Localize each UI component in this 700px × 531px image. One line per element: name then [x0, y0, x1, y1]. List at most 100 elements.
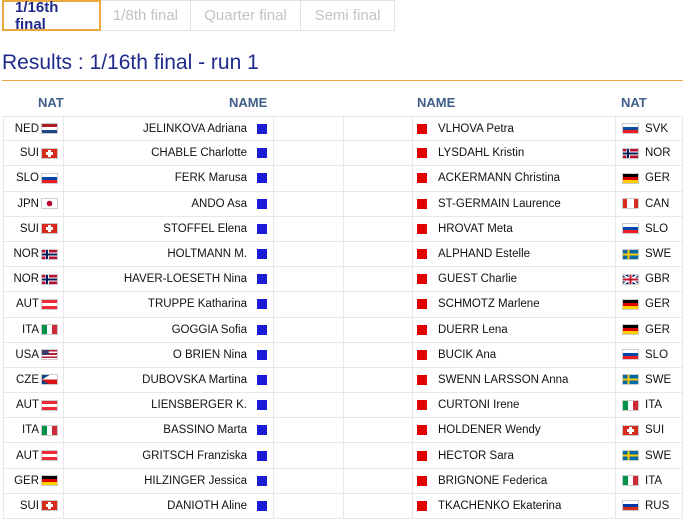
gbr-flag-icon — [622, 273, 639, 285]
blue-course-icon — [257, 173, 267, 184]
right-athlete-name[interactable]: HECTOR Sara — [438, 443, 608, 467]
left-nat: ITA — [21, 424, 39, 437]
table-row: JPN ANDO Asa ST-GERMAIN Laurence CAN — [3, 191, 683, 217]
right-athlete-name[interactable]: LYSDAHL Kristin — [438, 141, 608, 165]
right-athlete-name[interactable]: SWENN LARSSON Anna — [438, 368, 608, 392]
right-athlete-name[interactable]: DUERR Lena — [438, 318, 608, 342]
right-nat: SWE — [645, 373, 672, 386]
aut-flag-icon — [41, 399, 58, 411]
rus-flag-icon — [622, 500, 639, 512]
left-nat: NOR — [13, 273, 39, 286]
blue-course-icon — [257, 324, 267, 335]
tab-1-16th-final[interactable]: 1/16th final — [2, 0, 101, 33]
right-athlete-name[interactable]: TKACHENKO Ekaterina — [438, 494, 608, 518]
left-nat: SUI — [19, 499, 39, 512]
sui-flag-icon — [622, 424, 639, 436]
right-athlete-name[interactable]: ST-GERMAIN Laurence — [438, 192, 608, 216]
ger-flag-icon — [622, 298, 639, 310]
left-nat: NOR — [13, 248, 39, 261]
red-course-icon — [417, 249, 427, 260]
left-athlete-name[interactable]: HILZINGER Jessica — [65, 469, 247, 493]
ita-flag-icon — [622, 475, 639, 487]
right-nat: GER — [645, 323, 670, 336]
right-nat: RUS — [645, 499, 670, 512]
left-athlete-name[interactable]: BASSINO Marta — [65, 418, 247, 442]
red-course-icon — [417, 374, 427, 385]
blue-course-icon — [257, 223, 267, 234]
left-athlete-name[interactable]: TRUPPE Katharina — [65, 292, 247, 316]
blue-course-icon — [257, 123, 267, 134]
right-athlete-name[interactable]: ALPHAND Estelle — [438, 242, 608, 266]
left-athlete-name[interactable]: FERK Marusa — [65, 166, 247, 190]
left-athlete-name[interactable]: GOGGIA Sofia — [65, 318, 247, 342]
svk-flag-icon — [622, 123, 639, 135]
red-course-icon — [417, 123, 427, 134]
ita-flag-icon — [622, 399, 639, 411]
tab-semi-final[interactable]: Semi final — [301, 0, 395, 31]
table-row: SUI DANIOTH Aline TKACHENKO Ekaterina RUS — [3, 493, 683, 519]
blue-course-icon — [257, 425, 267, 436]
table-row: SUI STOFFEL Elena HROVAT Meta SLO — [3, 216, 683, 242]
sui-flag-icon — [41, 223, 58, 235]
aut-flag-icon — [41, 450, 58, 462]
right-athlete-name[interactable]: CURTONI Irene — [438, 393, 608, 417]
slo-flag-icon — [41, 172, 58, 184]
table-row: AUT LIENSBERGER K. CURTONI Irene ITA — [3, 393, 683, 419]
left-nat: AUT — [16, 298, 39, 311]
left-athlete-name[interactable]: HAVER-LOESETH Nina — [65, 267, 247, 291]
tab-quarter-final[interactable]: Quarter final — [191, 0, 301, 31]
left-athlete-name[interactable]: GRITSCH Franziska — [65, 443, 247, 467]
aut-flag-icon — [41, 298, 58, 310]
title-divider — [2, 80, 683, 81]
slo-flag-icon — [622, 223, 639, 235]
left-athlete-name[interactable]: O BRIEN Nina — [65, 343, 247, 367]
ger-flag-icon — [622, 172, 639, 184]
left-athlete-name[interactable]: HOLTMANN M. — [65, 242, 247, 266]
right-nat: GER — [645, 172, 670, 185]
right-athlete-name[interactable]: HOLDENER Wendy — [438, 418, 608, 442]
blue-course-icon — [257, 274, 267, 285]
red-course-icon — [417, 274, 427, 285]
can-flag-icon — [622, 198, 639, 210]
left-athlete-name[interactable]: DANIOTH Aline — [65, 494, 247, 518]
red-course-icon — [417, 148, 427, 159]
left-nat: CZE — [16, 373, 39, 386]
usa-flag-icon — [41, 349, 58, 361]
right-athlete-name[interactable]: BRIGNONE Federica — [438, 469, 608, 493]
red-course-icon — [417, 425, 427, 436]
right-athlete-name[interactable]: ACKERMANN Christina — [438, 166, 608, 190]
nor-flag-icon — [41, 248, 58, 260]
right-nat: ITA — [645, 474, 663, 487]
left-nat: AUT — [16, 399, 39, 412]
blue-course-icon — [257, 249, 267, 260]
header-nat-right: NAT — [621, 95, 647, 110]
slo-flag-icon — [622, 349, 639, 361]
right-athlete-name[interactable]: VLHOVA Petra — [438, 117, 608, 140]
right-athlete-name[interactable]: GUEST Charlie — [438, 267, 608, 291]
jpn-flag-icon — [41, 198, 58, 210]
swe-flag-icon — [622, 450, 639, 462]
table-row: SLO FERK Marusa ACKERMANN Christina GER — [3, 166, 683, 192]
header-name-left: NAME — [229, 95, 268, 110]
table-row: USA O BRIEN Nina BUCIK Ana SLO — [3, 342, 683, 368]
right-nat: GBR — [645, 273, 670, 286]
blue-course-icon — [257, 299, 267, 310]
right-athlete-name[interactable]: BUCIK Ana — [438, 343, 608, 367]
left-nat: ITA — [21, 323, 39, 336]
blue-course-icon — [257, 148, 267, 159]
blue-course-icon — [257, 349, 267, 360]
ger-flag-icon — [622, 324, 639, 336]
table-row: ITA BASSINO Marta HOLDENER Wendy SUI — [3, 418, 683, 444]
tab-1-8th-final[interactable]: 1/8th final — [101, 0, 191, 31]
left-nat: SLO — [15, 172, 39, 185]
right-athlete-name[interactable]: HROVAT Meta — [438, 217, 608, 241]
left-athlete-name[interactable]: LIENSBERGER K. — [65, 393, 247, 417]
left-athlete-name[interactable]: STOFFEL Elena — [65, 217, 247, 241]
left-athlete-name[interactable]: CHABLE Charlotte — [65, 141, 247, 165]
left-athlete-name[interactable]: JELINKOVA Adriana — [65, 117, 247, 140]
red-course-icon — [417, 173, 427, 184]
left-athlete-name[interactable]: ANDO Asa — [65, 192, 247, 216]
table-row: NOR HOLTMANN M. ALPHAND Estelle SWE — [3, 241, 683, 268]
left-athlete-name[interactable]: DUBOVSKA Martina — [65, 368, 247, 392]
right-athlete-name[interactable]: SCHMOTZ Marlene — [438, 292, 608, 316]
